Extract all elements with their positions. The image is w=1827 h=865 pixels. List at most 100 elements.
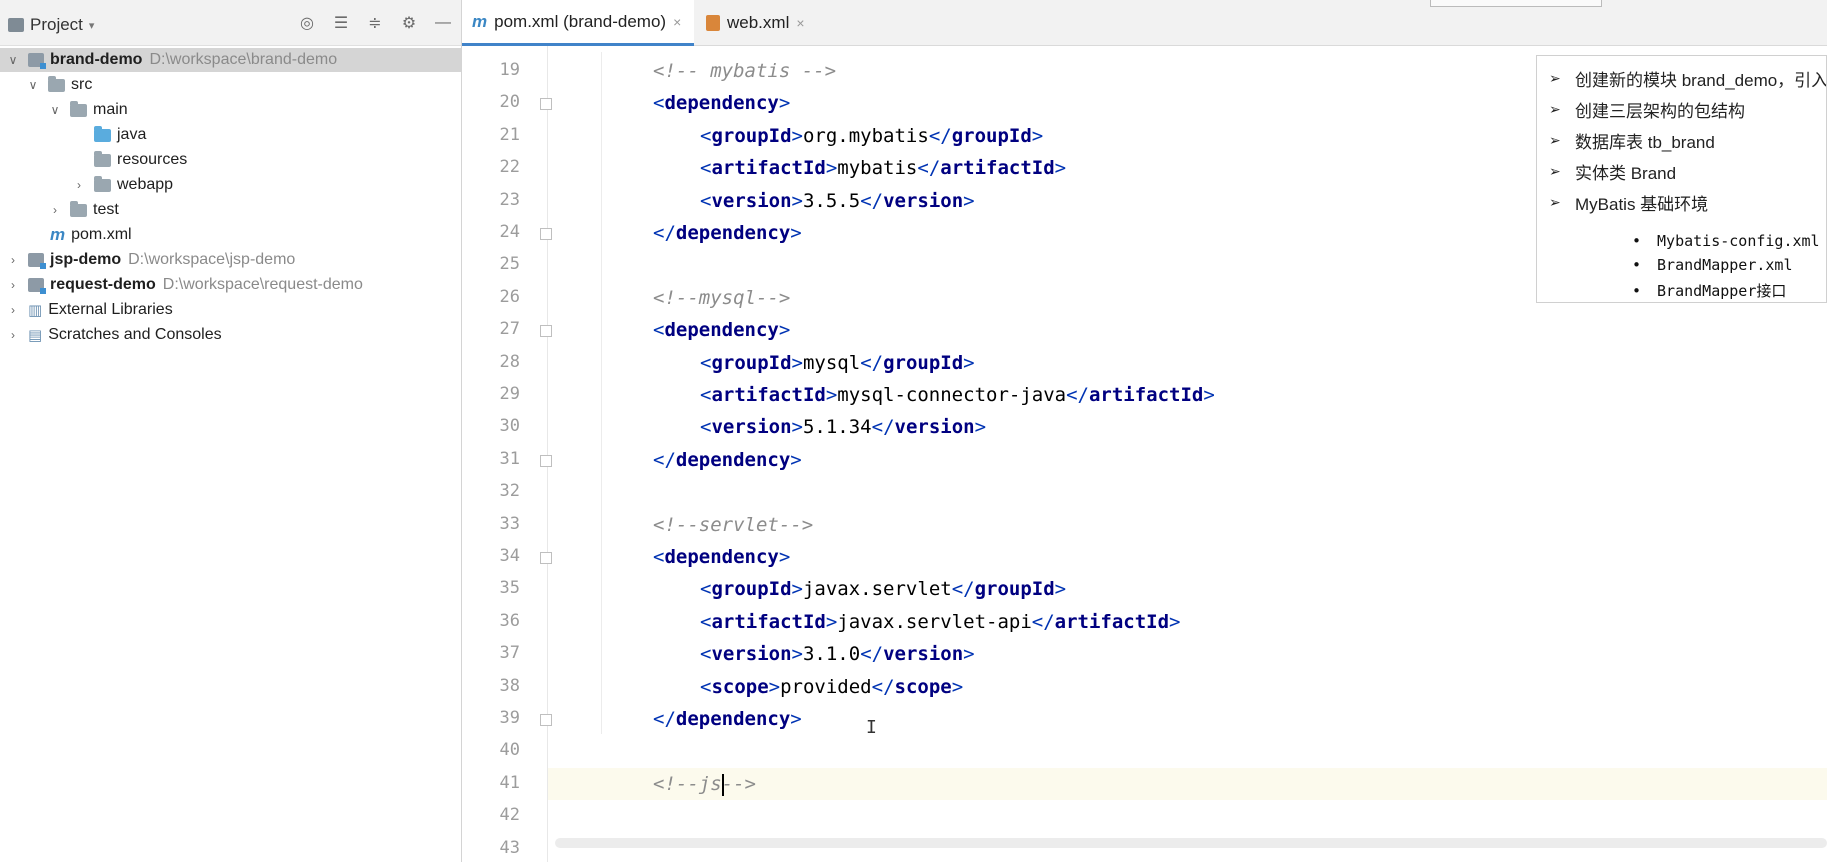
fold-marker-icon[interactable] bbox=[540, 455, 552, 467]
xml-value: javax.servlet bbox=[802, 578, 952, 600]
line-number: 19 bbox=[499, 60, 520, 80]
project-view-selector[interactable]: Project ▾ bbox=[8, 15, 94, 35]
line-number: 20 bbox=[499, 92, 520, 112]
tree-item-resources[interactable]: resources bbox=[0, 148, 461, 172]
xml-tag-name: groupId bbox=[711, 352, 792, 374]
outline-sub-label: BrandMapper接口 bbox=[1657, 282, 1787, 300]
tree-item-test[interactable]: › test bbox=[0, 198, 461, 222]
outline-item[interactable]: ➢ 数据库表 tb_brand bbox=[1549, 128, 1715, 153]
tree-item-brand-demo[interactable]: ∨ brand-demo D:\workspace\brand-demo bbox=[0, 48, 461, 72]
tree-item-label: src bbox=[71, 76, 93, 93]
tree-item-main[interactable]: ∨ main bbox=[0, 98, 461, 122]
close-icon[interactable]: × bbox=[796, 15, 804, 31]
module-icon bbox=[28, 253, 46, 269]
code-line[interactable]: <version>5.1.34</version> bbox=[548, 411, 1827, 443]
tree-item-label: brand-demo bbox=[50, 51, 143, 68]
code-line[interactable]: <scope>provided</scope> bbox=[548, 671, 1827, 703]
tree-item-java[interactable]: java bbox=[0, 123, 461, 147]
xml-comment: <!-- mybatis --> bbox=[653, 60, 837, 82]
code-line[interactable]: <groupId>mysql</groupId> bbox=[548, 347, 1827, 379]
xml-comment: <!--servlet--> bbox=[653, 514, 814, 536]
fold-marker-icon[interactable] bbox=[540, 325, 552, 337]
library-icon: ▥ bbox=[28, 302, 43, 319]
outline-notes-panel: ➢ 创建新的模块 brand_demo，引入 ➢ 创建三层架构的包结构 ➢ 数据… bbox=[1536, 55, 1827, 303]
chevron-right-icon: › bbox=[11, 278, 15, 292]
tree-item-request-demo[interactable]: › request-demo D:\workspace\request-demo bbox=[0, 273, 461, 297]
code-line[interactable]: <dependency> bbox=[548, 314, 1827, 346]
fold-marker-icon[interactable] bbox=[540, 98, 552, 110]
chevron-right-icon: › bbox=[11, 328, 15, 342]
code-token: < bbox=[700, 190, 712, 212]
xml-tag-name: version bbox=[711, 643, 792, 665]
collapse-all-icon[interactable]: ≑ bbox=[365, 13, 385, 33]
project-pane-header: Project ▾ ◎ ☰ ≑ ⚙ — bbox=[0, 0, 461, 46]
outline-item[interactable]: ➢ 创建三层架构的包结构 bbox=[1549, 97, 1745, 122]
code-token: > bbox=[791, 416, 803, 438]
hide-icon[interactable]: — bbox=[433, 13, 453, 33]
tree-item-jsp-demo[interactable]: › jsp-demo D:\workspace\jsp-demo bbox=[0, 248, 461, 272]
mouse-text-cursor: I bbox=[866, 717, 877, 738]
resources-folder-icon bbox=[94, 150, 111, 167]
gear-icon[interactable]: ⚙ bbox=[399, 13, 419, 33]
line-number: 35 bbox=[499, 578, 520, 598]
line-number: 30 bbox=[499, 416, 520, 436]
fold-marker-icon[interactable] bbox=[540, 714, 552, 726]
tree-item-external-libraries[interactable]: › ▥ External Libraries bbox=[0, 298, 461, 322]
code-line[interactable]: <artifactId>javax.servlet-api</artifactI… bbox=[548, 606, 1827, 638]
run-configuration-selector[interactable] bbox=[1430, 0, 1602, 7]
code-line[interactable]: <!--js--> bbox=[548, 768, 1827, 800]
code-token: > bbox=[825, 611, 838, 633]
fold-marker-icon[interactable] bbox=[540, 552, 552, 564]
tree-item-src[interactable]: ∨ src bbox=[0, 73, 461, 97]
horizontal-scrollbar[interactable] bbox=[555, 838, 1827, 848]
code-content: <!-- mybatis --> bbox=[653, 60, 836, 82]
code-line[interactable]: </dependency> bbox=[548, 703, 1827, 735]
close-icon[interactable]: × bbox=[673, 14, 681, 30]
fold-marker-icon[interactable] bbox=[540, 228, 552, 240]
code-token: > bbox=[963, 190, 975, 212]
tab-pom-xml[interactable]: m pom.xml (brand-demo) × bbox=[462, 0, 694, 46]
code-line[interactable] bbox=[548, 476, 1827, 508]
xml-value: 3.5.5 bbox=[802, 190, 861, 212]
outline-item-label: 创建新的模块 brand_demo，引入 bbox=[1575, 71, 1827, 90]
tree-item-label: webapp bbox=[117, 176, 174, 193]
tree-item-webapp[interactable]: › webapp bbox=[0, 173, 461, 197]
chevron-right-icon: › bbox=[53, 203, 57, 217]
tree-item-label: pom.xml bbox=[71, 226, 132, 243]
code-token: > bbox=[1031, 125, 1044, 147]
tab-label: pom.xml (brand-demo) bbox=[494, 11, 667, 31]
outline-sub-item: • BrandMapper接口 bbox=[1632, 280, 1786, 301]
bullet-icon: • bbox=[1632, 232, 1642, 250]
tree-item-pom-xml[interactable]: m pom.xml bbox=[0, 223, 461, 247]
xml-tag-name: artifactId bbox=[1088, 384, 1204, 406]
caret-right-icon: ➢ bbox=[1549, 70, 1561, 86]
xml-tag-name: groupId bbox=[951, 125, 1032, 147]
code-line[interactable]: <!--servlet--> bbox=[548, 509, 1827, 541]
code-line[interactable]: <dependency> bbox=[548, 541, 1827, 573]
outline-item[interactable]: ➢ 实体类 Brand bbox=[1549, 159, 1676, 184]
code-line[interactable]: </dependency> bbox=[548, 444, 1827, 476]
code-content: <artifactId>javax.servlet-api</artifactI… bbox=[700, 611, 1181, 633]
code-token: > bbox=[963, 643, 975, 665]
expand-all-icon[interactable]: ☰ bbox=[331, 13, 351, 33]
folder-icon bbox=[48, 75, 65, 92]
outline-sub-item: • Mybatis-config.xml bbox=[1632, 232, 1820, 250]
outline-item[interactable]: ➢ MyBatis 基础环境 bbox=[1549, 190, 1708, 215]
code-token: < bbox=[653, 92, 665, 114]
code-line[interactable]: <groupId>javax.servlet</groupId> bbox=[548, 573, 1827, 605]
locate-icon[interactable]: ◎ bbox=[297, 13, 317, 33]
tree-item-scratches[interactable]: › ▤ Scratches and Consoles bbox=[0, 323, 461, 347]
code-content: <!--mysql--> bbox=[653, 287, 790, 309]
code-line[interactable]: <version>3.1.0</version> bbox=[548, 638, 1827, 670]
caret-right-icon: ➢ bbox=[1549, 194, 1561, 210]
line-number: 37 bbox=[499, 643, 520, 663]
code-line[interactable] bbox=[548, 735, 1827, 767]
code-line[interactable]: <artifactId>mysql-connector-java</artifa… bbox=[548, 379, 1827, 411]
code-token: > bbox=[1054, 578, 1067, 600]
code-line[interactable] bbox=[548, 800, 1827, 832]
code-token: > bbox=[825, 157, 838, 179]
outline-item[interactable]: ➢ 创建新的模块 brand_demo，引入 bbox=[1549, 66, 1827, 91]
maven-icon: m bbox=[472, 11, 488, 31]
chevron-right-icon: › bbox=[11, 253, 15, 267]
tab-web-xml[interactable]: web.xml × bbox=[696, 0, 816, 46]
